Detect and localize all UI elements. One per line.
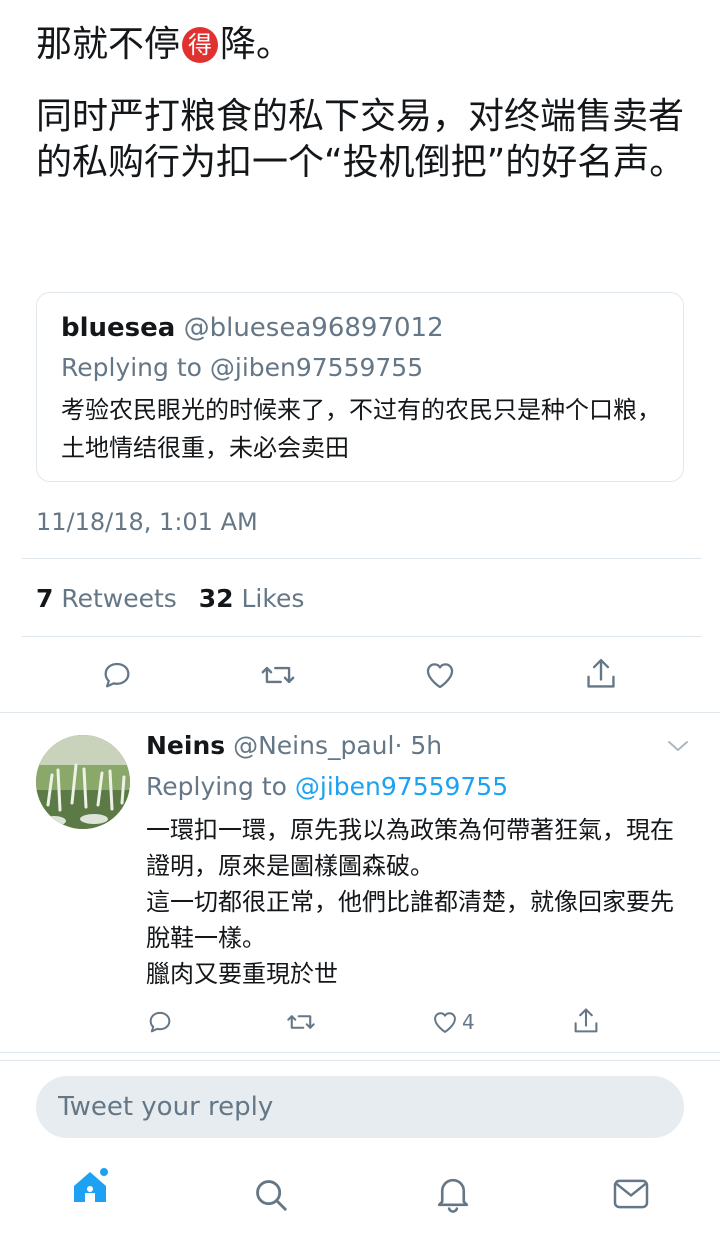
divider-3 [0,712,720,713]
reply-replying-to: Replying to @jiben97559755 [146,770,508,804]
tweet-text-paragraph: 同时严打粮食的私下交易，对终端售卖者的私购行为扣一个“投机倒把”的好名声。 [36,96,686,183]
share-icon[interactable] [584,656,618,692]
likes-label[interactable]: Likes [241,584,304,613]
reply-author-handle[interactable]: @Neins_paul [233,731,394,760]
bell-icon[interactable] [434,1174,472,1214]
quoted-tweet-text: 考验农民眼光的时候来了，不过有的农民只是种个口粮，土地情结很重，未必会卖田 [61,396,661,462]
replying-prefix: Replying to [146,772,295,801]
comment-icon[interactable] [146,1008,174,1036]
tweet-text-before: 那就不停 [36,24,181,65]
reply-text-line: 臘肉又要重現於世 [146,960,338,988]
avatar[interactable] [36,735,130,829]
avatar-image [36,735,130,829]
reply-time: · 5h [394,731,443,760]
retweet-icon[interactable] [286,1008,316,1036]
quoted-tweet-header: bluesea @bluesea96897012 [61,311,444,345]
quoted-replying-to: Replying to @jiben97559755 [61,353,424,382]
retweet-icon[interactable] [260,658,296,692]
special-character-badge: 得 [182,27,219,63]
reply-like-count: 4 [462,1010,475,1034]
tweet-text-line1: 那就不停得降。 [36,22,686,68]
divider-4 [0,1052,720,1053]
heart-icon[interactable] [430,1008,460,1036]
reply-text: 一環扣一環，原先我以為政策為何帶著狂氣，現在證明，原來是圖樣圖森破。 這一切都很… [146,812,696,992]
mail-icon[interactable] [612,1178,650,1210]
share-icon[interactable] [572,1006,600,1036]
search-icon[interactable] [252,1176,290,1214]
retweets-label[interactable]: Retweets [61,584,176,613]
reply-author-name[interactable]: Neins [146,731,225,760]
tweet-text-after: 降。 [220,24,293,65]
divider-1 [22,558,702,559]
reply-input[interactable] [36,1076,684,1138]
heart-icon[interactable] [422,658,458,692]
tweet-stats: 7 Retweets 32 Likes [36,582,304,616]
likes-count[interactable]: 32 [199,584,234,613]
tweet-timestamp: 11/18/18, 1:01 AM [36,508,258,536]
quoted-author-handle: @bluesea96897012 [183,313,444,343]
divider-2 [22,636,702,637]
home-icon[interactable] [70,1164,114,1208]
quoted-tweet-card[interactable]: bluesea @bluesea96897012 Replying to @ji… [36,292,684,482]
comment-icon[interactable] [100,658,134,692]
reply-text-line: 這一切都很正常，他們比誰都清楚，就像回家要先脫鞋一樣。 [146,888,674,952]
chevron-down-icon[interactable] [666,738,690,754]
quoted-author-name: bluesea [61,313,176,343]
composer-top-border [0,1060,720,1061]
replying-to-link[interactable]: @jiben97559755 [295,772,508,801]
reply-text-line: 一環扣一環，原先我以為政策為何帶著狂氣，現在證明，原來是圖樣圖森破。 [146,816,674,880]
retweets-count[interactable]: 7 [36,584,53,613]
bottom-tab-bar [0,1148,720,1236]
reply-header: Neins @Neins_paul· 5h [146,728,442,764]
